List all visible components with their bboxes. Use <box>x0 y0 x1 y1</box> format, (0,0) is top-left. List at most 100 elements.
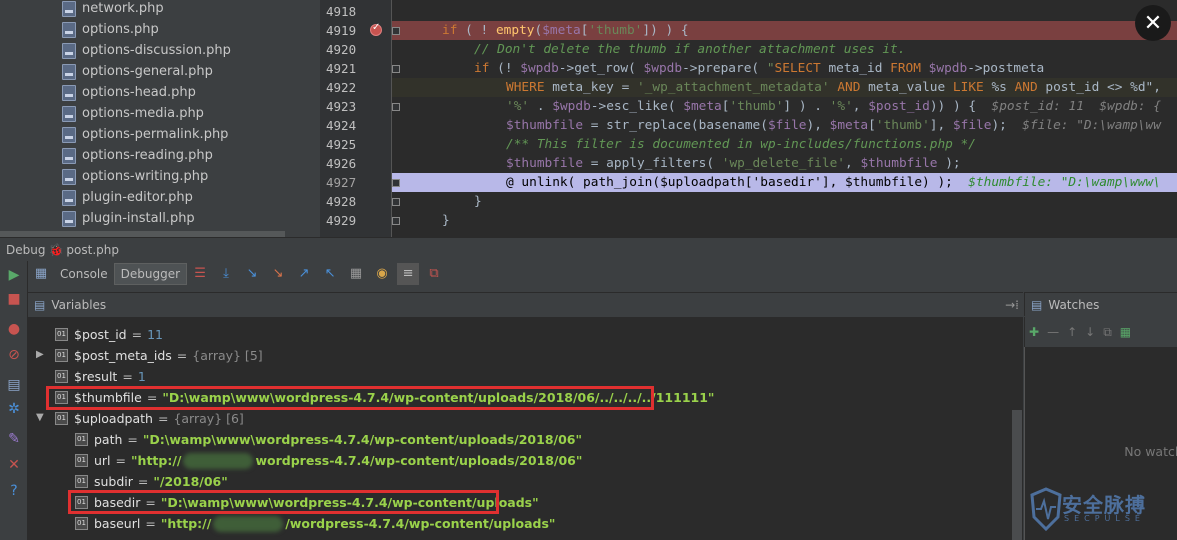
variable-row[interactable]: 01 baseurl = "http:// /wordpress-4.7.4/wp-co… <box>75 513 555 534</box>
variable-type-icon: 01 <box>55 349 68 362</box>
resume-icon[interactable]: ▶ <box>6 267 22 283</box>
line-number[interactable]: 4929 <box>326 211 366 230</box>
variable-row[interactable]: 01 $result = 1 <box>55 366 146 387</box>
evaluate-expression-icon[interactable]: ▦ <box>345 263 367 285</box>
settings-icon[interactable]: ✲ <box>6 401 22 417</box>
tree-file-item[interactable]: options-discussion.php <box>62 40 231 61</box>
tree-file-item[interactable]: options-head.php <box>62 82 196 103</box>
variables-scrollbar[interactable] <box>1012 410 1022 540</box>
code-editor[interactable]: if ( ! empty($meta['thumb']) ) {// Don't… <box>392 0 1177 237</box>
view-breakpoints-icon[interactable]: ● <box>6 321 22 337</box>
code-line[interactable]: $thumbfile = str_replace(basename($file)… <box>392 116 1177 135</box>
tree-file-item[interactable]: network.php <box>62 0 164 19</box>
tree-file-item[interactable]: options-general.php <box>62 61 213 82</box>
fold-marker-icon[interactable] <box>392 217 400 225</box>
breakpoint-icon[interactable] <box>370 22 382 36</box>
collapse-icon[interactable]: ▼ <box>36 412 44 423</box>
step-out-icon[interactable]: ↗ <box>293 263 315 285</box>
line-number[interactable]: 4927 <box>326 173 366 192</box>
layout-icon[interactable]: ▤ <box>6 377 22 393</box>
fold-marker-icon[interactable] <box>392 179 400 187</box>
variable-row[interactable]: 01 path = "D:\wamp\www\wordpress-4.7.4/wp-c… <box>75 429 582 450</box>
redacted-blur <box>213 515 284 532</box>
line-number[interactable]: 4923 <box>326 97 366 116</box>
fold-marker-icon[interactable] <box>392 65 400 73</box>
variable-row[interactable]: 01 url = "http:// wordpress-4.7.4/wp-content… <box>75 450 582 471</box>
code-line[interactable]: @ unlink( path_join($uploadpath['basedir… <box>392 173 1177 192</box>
variable-row[interactable]: 01 $uploadpath = {array} [6] <box>55 408 244 429</box>
move-down-icon[interactable]: ↓ <box>1085 325 1095 339</box>
watch-icon[interactable]: ◉ <box>371 263 393 285</box>
code-token: , <box>845 156 861 171</box>
stop-icon[interactable]: ■ <box>6 291 22 307</box>
line-number[interactable]: 4919 <box>326 21 366 40</box>
force-step-into-icon[interactable]: ↘ <box>267 263 289 285</box>
fold-marker-icon[interactable] <box>392 198 400 206</box>
line-number[interactable]: 4922 <box>326 78 366 97</box>
code-line[interactable] <box>392 2 1177 21</box>
step-into-icon[interactable]: ↘ <box>241 263 263 285</box>
code-token: ], <box>929 118 953 133</box>
line-number[interactable]: 4918 <box>326 2 366 21</box>
help-icon[interactable]: ? <box>6 483 22 499</box>
tree-file-item[interactable]: plugin-install.php <box>62 208 195 229</box>
tree-file-item[interactable]: options-reading.php <box>62 145 213 166</box>
restore-panel-icon[interactable]: →⁞ <box>1005 298 1019 312</box>
show-execution-point-icon[interactable]: ☰ <box>189 263 211 285</box>
variable-row[interactable]: 01 $post_meta_ids = {array} [5] <box>55 345 263 366</box>
debug-config-name[interactable]: post.php <box>66 243 119 257</box>
php-file-icon <box>62 189 76 206</box>
frames-icon[interactable]: ≡ <box>397 263 420 285</box>
tree-file-item[interactable]: options-writing.php <box>62 166 208 187</box>
line-number[interactable]: 4928 <box>326 192 366 211</box>
code-line[interactable]: // Don't delete the thumb if another att… <box>392 40 1177 59</box>
equals-sign: = <box>145 516 156 531</box>
restore-layout-icon[interactable]: ⧉ <box>423 263 445 285</box>
code-line[interactable]: if ( ! empty($meta['thumb']) ) { <box>392 21 1177 40</box>
code-token: /** This filter is documented in wp-incl… <box>506 137 976 152</box>
line-number[interactable]: 4926 <box>326 154 366 173</box>
tree-file-item[interactable]: options-permalink.php <box>62 124 228 145</box>
line-number[interactable]: 4920 <box>326 40 366 59</box>
code-token: meta_key = <box>544 80 637 95</box>
move-up-icon[interactable]: ↑ <box>1067 325 1077 339</box>
line-number[interactable]: 4924 <box>326 116 366 135</box>
line-number[interactable]: 4921 <box>326 59 366 78</box>
code-line[interactable]: '%' . $wpdb->esc_like( $meta['thumb'] ) … <box>392 97 1177 116</box>
php-file-icon <box>62 63 76 80</box>
expand-icon[interactable]: ▶ <box>36 349 44 360</box>
code-line[interactable]: } <box>392 211 1177 230</box>
variable-row[interactable]: 01 $post_id = 11 <box>55 324 163 345</box>
tab-console[interactable]: Console <box>54 263 114 285</box>
step-over-icon[interactable]: ⤓ <box>215 263 237 285</box>
close-icon[interactable]: ✕ <box>1135 5 1171 41</box>
pin-icon[interactable]: ✎ <box>6 431 22 447</box>
close-session-icon[interactable]: ✕ <box>6 457 22 473</box>
code-token: ( ! <box>457 23 496 38</box>
copy-icon[interactable]: ⧉ <box>1103 325 1112 340</box>
code-line[interactable]: } <box>392 192 1177 211</box>
code-line[interactable]: /** This filter is documented in wp-incl… <box>392 135 1177 154</box>
fold-marker-icon[interactable] <box>392 27 400 35</box>
highlight-basedir <box>68 490 499 514</box>
watches-empty-text: No watches <box>1124 444 1177 459</box>
highlight-thumbfile <box>46 386 654 410</box>
remove-watch-icon[interactable]: — <box>1047 325 1059 339</box>
equals-sign: = <box>157 411 169 426</box>
watch-settings-icon[interactable]: ▦ <box>1120 325 1131 339</box>
tree-file-item[interactable]: options-media.php <box>62 103 204 124</box>
run-to-cursor-icon[interactable]: ↖ <box>319 263 341 285</box>
tab-debugger[interactable]: Debugger <box>113 263 188 285</box>
tree-file-item[interactable]: options.php <box>62 19 159 40</box>
mute-breakpoints-icon[interactable]: ⊘ <box>6 347 22 363</box>
code-line[interactable]: WHERE meta_key = '_wp_attachment_metadat… <box>392 78 1177 97</box>
code-token: 'thumb' <box>729 99 784 114</box>
php-file-icon <box>62 105 76 122</box>
variable-row[interactable]: 01 subdir = "/2018/06" <box>75 471 228 492</box>
code-line[interactable]: if (! $wpdb->get_row( $wpdb->prepare( "S… <box>392 59 1177 78</box>
tree-file-item[interactable]: plugin-editor.php <box>62 187 193 208</box>
code-line[interactable]: $thumbfile = apply_filters( 'wp_delete_f… <box>392 154 1177 173</box>
add-watch-icon[interactable]: ✚ <box>1029 325 1039 339</box>
fold-marker-icon[interactable] <box>392 103 400 111</box>
line-number[interactable]: 4925 <box>326 135 366 154</box>
